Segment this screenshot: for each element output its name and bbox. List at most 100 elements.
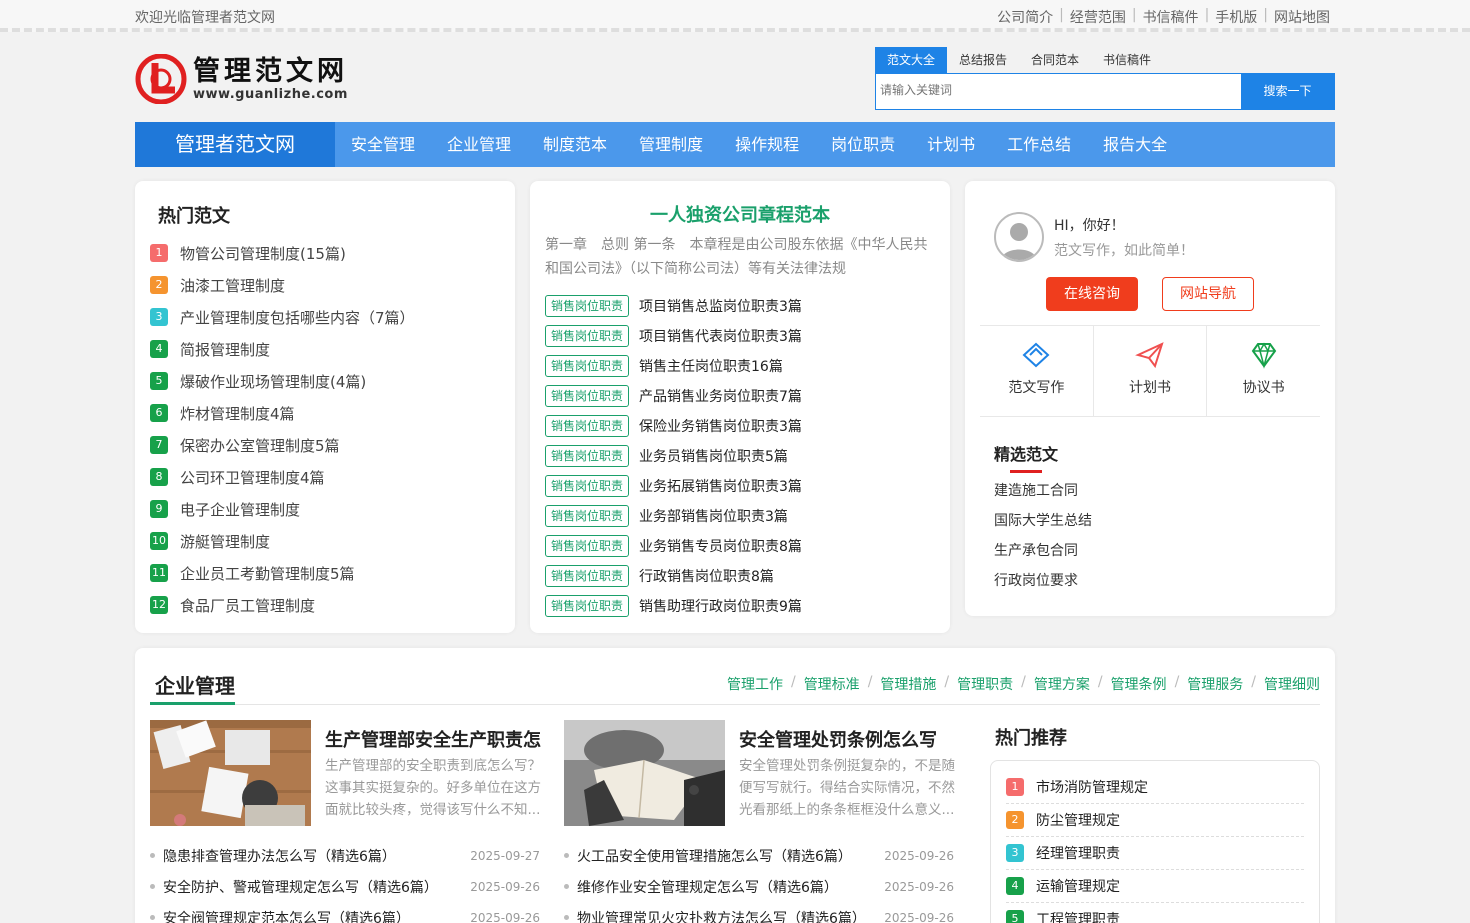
- list-item[interactable]: 5 爆破作业现场管理制度(4篇): [150, 365, 415, 397]
- list-item[interactable]: 维修作业安全管理规定怎么写（精选6篇） 2025-09-26: [564, 871, 954, 902]
- quick-link-agreement[interactable]: 协议书: [1207, 326, 1320, 416]
- section-link[interactable]: 管理措施: [880, 674, 936, 694]
- list-item[interactable]: 销售岗位职责 项目销售总监岗位职责3篇: [545, 291, 802, 321]
- list-item[interactable]: 生产承包合同: [994, 536, 1092, 566]
- list-item[interactable]: 4 运输管理规定: [1006, 870, 1304, 903]
- search-input[interactable]: [880, 83, 1230, 97]
- category-tag[interactable]: 销售岗位职责: [545, 325, 630, 347]
- list-item-link[interactable]: 项目销售总监岗位职责3篇: [639, 296, 802, 316]
- site-nav-button[interactable]: 网站导航: [1162, 277, 1254, 311]
- list-item[interactable]: 销售岗位职责 销售助理行政岗位职责9篇: [545, 591, 802, 621]
- list-item[interactable]: 安全防护、警戒管理规定怎么写（精选6篇） 2025-09-26: [150, 871, 540, 902]
- list-item-link[interactable]: 简报管理制度: [180, 339, 270, 360]
- section-link[interactable]: 管理服务: [1187, 674, 1243, 694]
- list-item[interactable]: 8 公司环卫管理制度4篇: [150, 461, 415, 493]
- category-tag[interactable]: 销售岗位职责: [545, 445, 630, 467]
- article-title[interactable]: 安全管理处罚条例怎么写: [739, 726, 937, 752]
- online-consult-button[interactable]: 在线咨询: [1046, 277, 1138, 311]
- list-item[interactable]: 1 物管公司管理制度(15篇): [150, 237, 415, 269]
- nav-item-procedures[interactable]: 操作规程: [719, 122, 815, 167]
- quick-link-writing[interactable]: 范文写作: [980, 326, 1094, 416]
- list-item-link[interactable]: 食品厂员工管理制度: [180, 595, 315, 616]
- list-item-link[interactable]: 维修作业安全管理规定怎么写（精选6篇）: [577, 877, 838, 897]
- list-item[interactable]: 销售岗位职责 产品销售业务岗位职责7篇: [545, 381, 802, 411]
- list-item-link[interactable]: 市场消防管理规定: [1036, 777, 1148, 797]
- nav-item-safety[interactable]: 安全管理: [335, 122, 431, 167]
- list-item-link[interactable]: 销售助理行政岗位职责9篇: [639, 596, 802, 616]
- list-item-link[interactable]: 业务拓展销售岗位职责3篇: [639, 476, 802, 496]
- nav-item-reports[interactable]: 报告大全: [1087, 122, 1183, 167]
- list-item-link[interactable]: 物管公司管理制度(15篇): [180, 243, 346, 264]
- list-item[interactable]: 3 经理管理职责: [1006, 837, 1304, 870]
- nav-item-duties[interactable]: 岗位职责: [815, 122, 911, 167]
- list-item[interactable]: 销售岗位职责 行政销售岗位职责8篇: [545, 561, 802, 591]
- list-item-link[interactable]: 隐患排查管理办法怎么写（精选6篇）: [163, 846, 396, 866]
- featured-title[interactable]: 一人独资公司章程范本: [530, 201, 950, 227]
- list-item[interactable]: 12 食品厂员工管理制度: [150, 589, 415, 621]
- nav-brand[interactable]: 管理者范文网: [135, 122, 335, 167]
- list-item-link[interactable]: 物业管理常见火灾扑救方法怎么写（精选6篇）: [577, 908, 866, 923]
- quick-link-plan[interactable]: 计划书: [1094, 326, 1208, 416]
- list-item-link[interactable]: 销售主任岗位职责16篇: [639, 356, 783, 376]
- list-item-link[interactable]: 行政销售岗位职责8篇: [639, 566, 774, 586]
- nav-item-plan[interactable]: 计划书: [911, 122, 991, 167]
- list-item[interactable]: 国际大学生总结: [994, 506, 1092, 536]
- top-link-sitemap[interactable]: 网站地图: [1274, 7, 1330, 27]
- section-link[interactable]: 管理细则: [1264, 674, 1320, 694]
- nav-item-system-template[interactable]: 制度范本: [527, 122, 623, 167]
- list-item-link[interactable]: 产业管理制度包括哪些内容（7篇）: [180, 307, 415, 328]
- list-item[interactable]: 9 电子企业管理制度: [150, 493, 415, 525]
- list-item-link[interactable]: 经理管理职责: [1036, 843, 1120, 863]
- list-item-link[interactable]: 防尘管理规定: [1036, 810, 1120, 830]
- list-item-link[interactable]: 游艇管理制度: [180, 531, 270, 552]
- nav-item-summary[interactable]: 工作总结: [991, 122, 1087, 167]
- list-item-link[interactable]: 业务部销售岗位职责3篇: [639, 506, 788, 526]
- category-tag[interactable]: 销售岗位职责: [545, 415, 630, 437]
- category-tag[interactable]: 销售岗位职责: [545, 475, 630, 497]
- article-thumbnail[interactable]: [150, 720, 311, 826]
- category-tag[interactable]: 销售岗位职责: [545, 505, 630, 527]
- search-tab-contract[interactable]: 合同范本: [1019, 47, 1091, 73]
- list-item[interactable]: 2 油漆工管理制度: [150, 269, 415, 301]
- list-item[interactable]: 销售岗位职责 项目销售代表岗位职责3篇: [545, 321, 802, 351]
- list-item-link[interactable]: 业务销售专员岗位职责8篇: [639, 536, 802, 556]
- category-tag[interactable]: 销售岗位职责: [545, 385, 630, 407]
- list-item[interactable]: 销售岗位职责 销售主任岗位职责16篇: [545, 351, 802, 381]
- list-item-link[interactable]: 油漆工管理制度: [180, 275, 285, 296]
- list-item[interactable]: 11 企业员工考勤管理制度5篇: [150, 557, 415, 589]
- list-item[interactable]: 6 炸材管理制度4篇: [150, 397, 415, 429]
- list-item[interactable]: 销售岗位职责 业务拓展销售岗位职责3篇: [545, 471, 802, 501]
- category-tag[interactable]: 销售岗位职责: [545, 565, 630, 587]
- top-link-about[interactable]: 公司简介: [997, 7, 1053, 27]
- list-item[interactable]: 7 保密办公室管理制度5篇: [150, 429, 415, 461]
- list-item[interactable]: 1 市场消防管理规定: [1006, 771, 1304, 804]
- list-item-link[interactable]: 业务员销售岗位职责5篇: [639, 446, 788, 466]
- article-thumbnail[interactable]: [564, 720, 725, 826]
- list-item-link[interactable]: 工程管理职责: [1036, 909, 1120, 923]
- list-item[interactable]: 建造施工合同: [994, 476, 1092, 506]
- list-item[interactable]: 2 防尘管理规定: [1006, 804, 1304, 837]
- list-item-link[interactable]: 公司环卫管理制度4篇: [180, 467, 325, 488]
- list-item-link[interactable]: 保密办公室管理制度5篇: [180, 435, 340, 456]
- list-item-link[interactable]: 项目销售代表岗位职责3篇: [639, 326, 802, 346]
- section-link[interactable]: 管理职责: [957, 674, 1013, 694]
- section-link[interactable]: 管理标准: [804, 674, 860, 694]
- list-item[interactable]: 销售岗位职责 业务员销售岗位职责5篇: [545, 441, 802, 471]
- nav-item-management-system[interactable]: 管理制度: [623, 122, 719, 167]
- section-link[interactable]: 管理方案: [1034, 674, 1090, 694]
- list-item-link[interactable]: 安全阀管理规定范本怎么写（精选6篇）: [163, 908, 410, 923]
- list-item-link[interactable]: 运输管理规定: [1036, 876, 1120, 896]
- list-item[interactable]: 物业管理常见火灾扑救方法怎么写（精选6篇） 2025-09-26: [564, 902, 954, 923]
- article-title[interactable]: 生产管理部安全生产职责怎: [325, 726, 541, 752]
- list-item-link[interactable]: 保险业务销售岗位职责3篇: [639, 416, 802, 436]
- category-tag[interactable]: 销售岗位职责: [545, 595, 630, 617]
- top-link-mobile[interactable]: 手机版: [1215, 7, 1257, 27]
- list-item-link[interactable]: 火工品安全使用管理措施怎么写（精选6篇）: [577, 846, 852, 866]
- list-item[interactable]: 销售岗位职责 业务部销售岗位职责3篇: [545, 501, 802, 531]
- list-item-link[interactable]: 电子企业管理制度: [180, 499, 300, 520]
- list-item[interactable]: 5 工程管理职责: [1006, 903, 1304, 923]
- nav-item-enterprise[interactable]: 企业管理: [431, 122, 527, 167]
- list-item[interactable]: 火工品安全使用管理措施怎么写（精选6篇） 2025-09-26: [564, 840, 954, 871]
- section-link[interactable]: 管理工作: [727, 674, 783, 694]
- site-logo[interactable]: 管理范文网 www.guanlizhe.com: [135, 54, 348, 104]
